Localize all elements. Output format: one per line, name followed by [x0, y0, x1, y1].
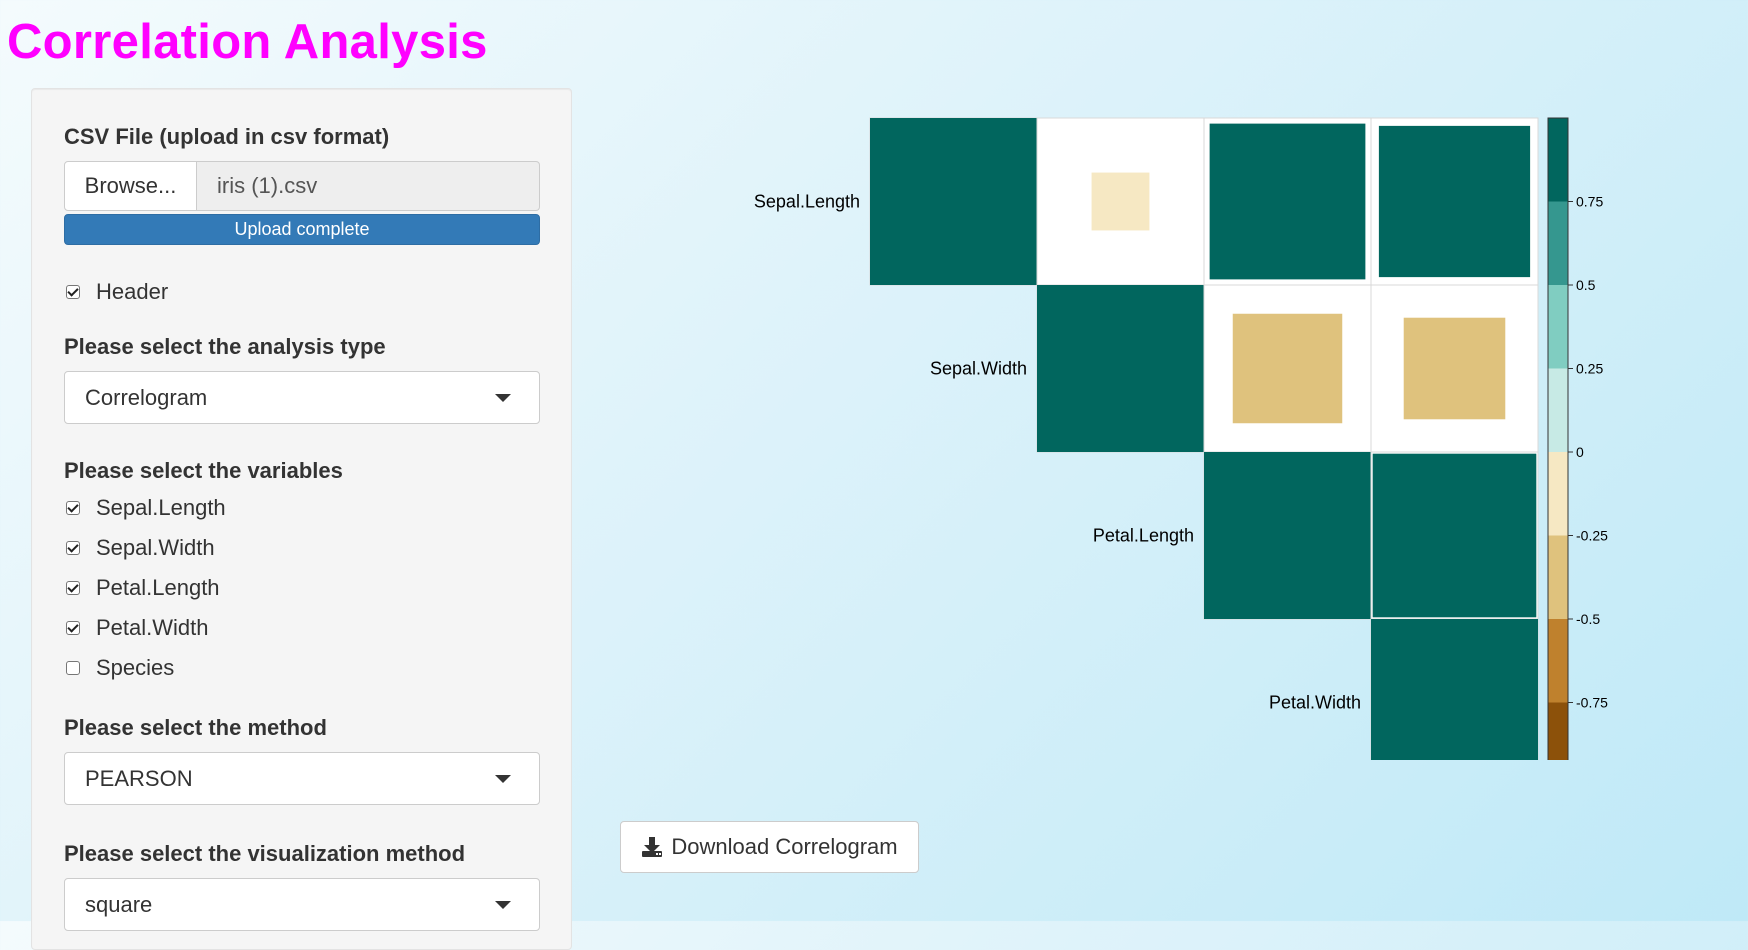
colorbar-bin	[1548, 118, 1568, 202]
variable-checkbox-label: Petal.Width	[96, 615, 209, 640]
file-name-field[interactable]: iris (1).csv	[197, 161, 540, 211]
correlation-square	[1232, 313, 1343, 424]
page-title: Correlation Analysis	[7, 15, 488, 69]
variable-label: Sepal.Length	[754, 192, 860, 212]
correlation-square	[1372, 453, 1537, 618]
variable-label: Petal.Length	[1093, 526, 1194, 546]
caret-down-icon	[495, 394, 511, 402]
header-checkbox-row[interactable]: Header	[64, 277, 168, 307]
header-checkbox-label: Header	[96, 279, 169, 304]
variable-checkbox-row[interactable]: Petal.Width	[64, 613, 209, 643]
colorbar-bin	[1548, 285, 1568, 369]
variable-checkbox-row[interactable]: Species	[64, 653, 174, 683]
correlation-square	[870, 118, 1037, 285]
analysis-type-value: Correlogram	[85, 384, 208, 410]
download-icon	[641, 836, 663, 858]
colorbar-bin	[1548, 535, 1568, 619]
caret-down-icon	[495, 775, 511, 783]
analysis-type-select[interactable]: Correlogram	[64, 371, 540, 424]
colorbar-bin	[1548, 702, 1568, 760]
analysis-type-label: Please select the analysis type	[64, 334, 386, 359]
variable-checkbox-label: Sepal.Width	[96, 535, 215, 560]
variable-checkbox[interactable]	[66, 541, 80, 555]
variable-checkbox[interactable]	[66, 661, 80, 675]
file-input-group: Browse... iris (1).csv	[64, 161, 540, 213]
colorbar-tick-label: 0.75	[1576, 194, 1603, 210]
correlation-square	[1371, 619, 1538, 760]
visualization-method-label: Please select the visualization method	[64, 841, 466, 866]
variable-checkbox-row[interactable]: Sepal.Width	[64, 533, 215, 563]
correlation-square	[1037, 285, 1204, 452]
correlation-square	[1091, 172, 1150, 231]
sidebar-panel: CSV File (upload in csv format) Browse..…	[31, 88, 572, 950]
file-input-label: CSV File (upload in csv format)	[64, 124, 390, 149]
variables-label: Please select the variables	[64, 458, 343, 483]
download-correlogram-button[interactable]: Download Correlogram	[620, 821, 919, 873]
correlation-square	[1209, 123, 1366, 280]
colorbar-bin	[1548, 201, 1568, 285]
colorbar-tick-label: 0.5	[1576, 277, 1596, 293]
download-button-label: Download Correlogram	[671, 834, 898, 859]
variable-label: Petal.Width	[1269, 693, 1361, 713]
correlogram-plot: Sepal.Length Sepal.Width Petal.Length Petal…	[754, 117, 1608, 760]
variable-checkbox[interactable]	[66, 621, 80, 635]
correlation-square	[1204, 452, 1371, 619]
colorbar-tick-label: -0.75	[1576, 695, 1608, 711]
browse-button[interactable]: Browse...	[64, 161, 197, 211]
variable-label: Sepal.Width	[930, 359, 1027, 379]
variable-checkbox-label: Petal.Length	[96, 575, 220, 600]
visualization-method-value: square	[85, 891, 153, 917]
correlation-square	[1403, 317, 1506, 420]
colorbar-bin	[1548, 619, 1568, 703]
method-label: Please select the method	[64, 715, 327, 740]
colorbar-bin	[1548, 452, 1568, 536]
colorbar-tick-label: 0.25	[1576, 361, 1603, 377]
colorbar-tick-label: -0.25	[1576, 528, 1608, 544]
colorbar-tick-label: 0	[1576, 444, 1584, 460]
variable-checkbox-row[interactable]: Sepal.Length	[64, 493, 226, 523]
variable-checkbox-row[interactable]: Petal.Length	[64, 573, 220, 603]
upload-progress-bar: Upload complete	[64, 214, 540, 245]
colorbar-bin	[1548, 368, 1568, 452]
variable-checkbox[interactable]	[66, 501, 80, 515]
variable-checkbox-label: Species	[96, 655, 175, 680]
method-value: PEARSON	[85, 765, 193, 791]
colorbar-tick-label: -0.5	[1576, 611, 1600, 627]
correlation-square	[1378, 125, 1531, 278]
visualization-method-select[interactable]: square	[64, 878, 540, 931]
header-checkbox[interactable]	[66, 285, 80, 299]
caret-down-icon	[495, 901, 511, 909]
variable-checkbox[interactable]	[66, 581, 80, 595]
variable-checkbox-label: Sepal.Length	[96, 495, 226, 520]
method-select[interactable]: PEARSON	[64, 752, 540, 805]
